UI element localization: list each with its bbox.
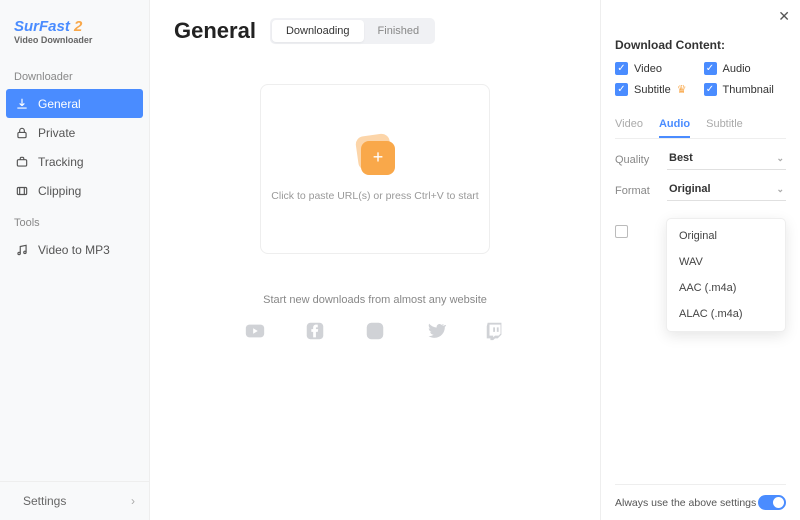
sidebar-label-private: Private — [38, 126, 75, 140]
page-title: General — [174, 18, 256, 44]
footer-label: Always use the above settings — [615, 497, 756, 509]
format-label: Format — [615, 185, 657, 197]
chevron-right-icon: › — [131, 494, 135, 508]
format-value: Original — [669, 183, 711, 195]
quality-label: Quality — [615, 154, 657, 166]
format-select[interactable]: Original ⌄ — [667, 180, 786, 201]
sidebar-section-tools: Tools — [0, 211, 149, 235]
check-label-thumbnail: Thumbnail — [723, 84, 774, 96]
panel-title: Download Content: — [615, 38, 786, 52]
promo-text: Start new downloads from almost any webs… — [174, 294, 576, 306]
check-label-subtitle: Subtitle — [634, 84, 671, 96]
twitch-icon — [484, 320, 506, 345]
subtab-subtitle[interactable]: Subtitle — [706, 118, 743, 138]
youtube-icon — [244, 320, 266, 345]
twitter-icon — [424, 320, 446, 345]
checkbox-icon — [704, 83, 717, 96]
add-url-icon: + — [353, 135, 397, 179]
briefcase-icon — [14, 154, 29, 169]
sidebar-item-general[interactable]: General — [6, 89, 143, 118]
sidebar-label-settings: Settings — [23, 494, 66, 508]
url-drop-zone[interactable]: + Click to paste URL(s) or press Ctrl+V … — [260, 84, 490, 254]
format-option-alac[interactable]: ALAC (.m4a) — [667, 301, 785, 327]
sidebar-label-clipping: Clipping — [38, 184, 81, 198]
film-icon — [14, 183, 29, 198]
chevron-down-icon: ⌄ — [776, 153, 784, 164]
sidebar-label-general: General — [38, 97, 81, 111]
download-icon — [14, 96, 29, 111]
check-label-audio: Audio — [723, 63, 751, 75]
logo: SurFast 2 Video Downloader — [0, 18, 149, 59]
lock-icon — [14, 125, 29, 140]
subtab-video[interactable]: Video — [615, 118, 643, 138]
tab-finished[interactable]: Finished — [364, 20, 434, 42]
sidebar-item-clipping[interactable]: Clipping — [0, 176, 149, 205]
sidebar-item-tracking[interactable]: Tracking — [0, 147, 149, 176]
sidebar-item-settings[interactable]: Settings › — [0, 481, 149, 520]
main-area: General Downloading Finished + Click to … — [150, 0, 600, 520]
check-label-video: Video — [634, 63, 662, 75]
format-option-original[interactable]: Original — [667, 223, 785, 249]
instagram-icon — [364, 320, 386, 345]
check-subtitle[interactable]: Subtitle ♛ — [615, 83, 698, 96]
check-thumbnail[interactable]: Thumbnail — [704, 83, 787, 96]
always-use-toggle[interactable] — [758, 495, 786, 510]
settings-panel: ✕ Download Content: Video Audio Subtitle… — [600, 0, 800, 520]
sidebar-label-tracking: Tracking — [38, 155, 84, 169]
facebook-icon — [304, 320, 326, 345]
check-audio[interactable]: Audio — [704, 62, 787, 75]
format-option-wav[interactable]: WAV — [667, 249, 785, 275]
sidebar: SurFast 2 Video Downloader Downloader Ge… — [0, 0, 150, 520]
checkbox-empty-icon — [615, 225, 628, 238]
logo-text2: 2 — [74, 18, 82, 35]
check-video[interactable]: Video — [615, 62, 698, 75]
music-note-icon — [14, 242, 29, 257]
logo-text1: SurFast — [14, 18, 70, 35]
checkbox-icon — [615, 62, 628, 75]
checkbox-icon — [704, 62, 717, 75]
format-option-aac[interactable]: AAC (.m4a) — [667, 275, 785, 301]
sidebar-item-private[interactable]: Private — [0, 118, 149, 147]
sidebar-section-downloader: Downloader — [0, 65, 149, 89]
main-tab-group: Downloading Finished — [270, 18, 435, 44]
tab-downloading[interactable]: Downloading — [272, 20, 364, 42]
format-dropdown: Original WAV AAC (.m4a) ALAC (.m4a) — [666, 218, 786, 332]
sidebar-item-video-to-mp3[interactable]: Video to MP3 — [0, 235, 149, 264]
subtab-audio[interactable]: Audio — [659, 118, 690, 138]
crown-icon: ♛ — [677, 83, 687, 96]
quality-value: Best — [669, 152, 693, 164]
quality-select[interactable]: Best ⌄ — [667, 149, 786, 170]
checkbox-icon — [615, 83, 628, 96]
drop-zone-text: Click to paste URL(s) or press Ctrl+V to… — [271, 189, 478, 204]
sidebar-label-video-to-mp3: Video to MP3 — [38, 243, 110, 257]
platform-icons-row — [174, 320, 576, 345]
logo-sub: Video Downloader — [14, 35, 135, 45]
close-button[interactable]: ✕ — [778, 8, 790, 25]
chevron-down-icon: ⌄ — [776, 184, 784, 195]
